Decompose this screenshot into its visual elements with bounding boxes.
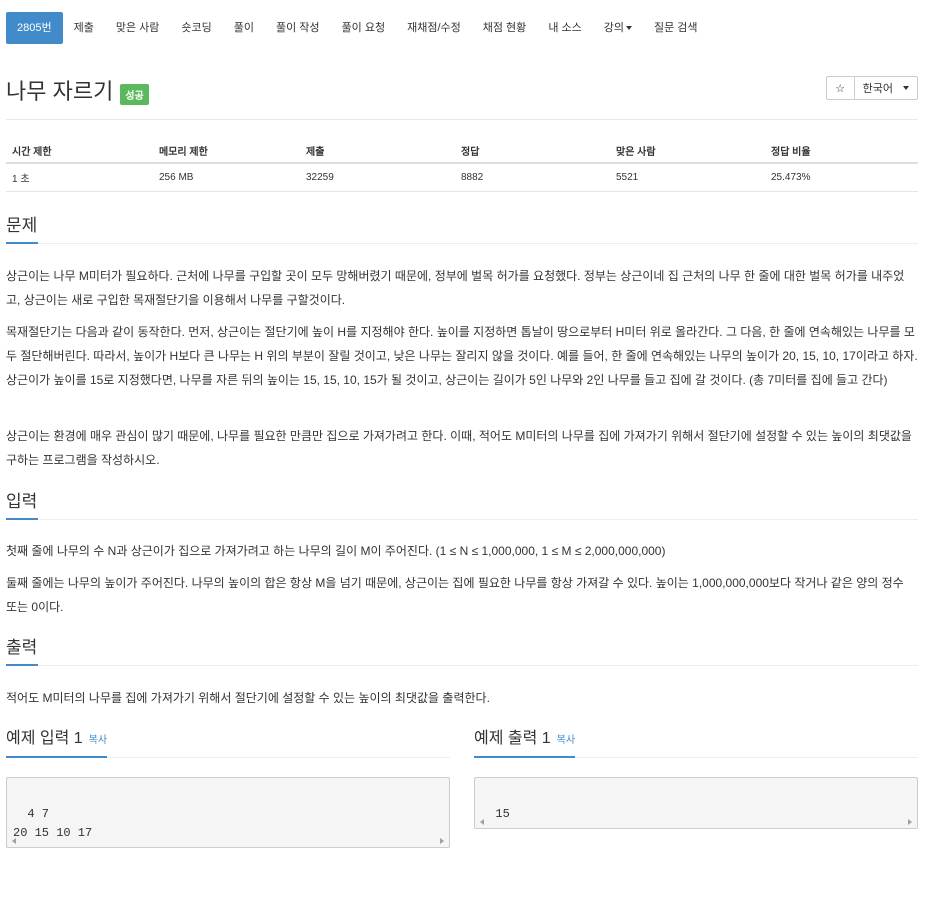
horizontal-scrollbar[interactable] xyxy=(475,816,917,828)
value-submissions: 32259 xyxy=(300,163,455,192)
sample-input-title: 예제 입력 1 xyxy=(6,730,83,747)
tab-solutions[interactable]: 풀이 xyxy=(223,12,265,44)
star-button[interactable]: ☆ xyxy=(825,76,855,100)
sample-output-title-group: 예제 출력 1 복사 xyxy=(474,728,576,758)
page-title: 나무 자르기 xyxy=(6,79,114,104)
tab-my-source[interactable]: 내 소스 xyxy=(537,12,592,44)
value-ratio: 25.473% xyxy=(765,163,918,192)
sample-input-box[interactable]: 4 7 20 15 10 17 xyxy=(6,777,450,848)
description-paragraph: 목재절단기는 다음과 같이 동작한다. 먼저, 상근이는 절단기에 높이 H를 … xyxy=(6,325,918,387)
value-solved-users: 5521 xyxy=(610,163,765,192)
sample-output-title: 예제 출력 1 xyxy=(474,730,551,747)
horizontal-scrollbar[interactable] xyxy=(7,835,449,847)
tab-submit[interactable]: 제출 xyxy=(63,12,105,44)
header-ratio: 정답 비율 xyxy=(765,138,918,164)
output-paragraph: 적어도 M미터의 나무를 집에 가져가기 위해서 절단기에 설정할 수 있는 높… xyxy=(6,691,490,705)
info-value-row: 1 초 256 MB 32259 8882 5521 25.473% xyxy=(6,163,918,192)
copy-output-button[interactable]: 복사 xyxy=(557,735,575,746)
copy-input-button[interactable]: 복사 xyxy=(89,735,107,746)
tab-write-solution[interactable]: 풀이 작성 xyxy=(265,12,331,44)
tab-rejudge[interactable]: 재채점/수정 xyxy=(396,12,472,44)
header-solved-users: 맞은 사람 xyxy=(610,138,765,164)
header-memory-limit: 메모리 제한 xyxy=(153,138,300,164)
title-toolbar: ☆ 한국어 xyxy=(825,76,918,100)
tab-problem-number[interactable]: 2805번 xyxy=(6,12,63,44)
description-paragraph: 상근이는 나무 M미터가 필요하다. 근처에 나무를 구입할 곳이 모두 망해버… xyxy=(6,269,905,307)
star-icon: ☆ xyxy=(835,82,846,95)
problem-menu: 2805번 제출 맞은 사람 숏코딩 풀이 풀이 작성 풀이 요청 재채점/수정… xyxy=(6,12,709,44)
sample-output-box[interactable]: 15 xyxy=(474,777,918,829)
input-header: 입력 xyxy=(6,490,918,520)
sample-output-header: 예제 출력 1 복사 xyxy=(474,728,918,758)
header-submissions: 제출 xyxy=(300,138,455,164)
chevron-down-icon xyxy=(625,26,632,31)
language-dropdown[interactable]: 한국어 xyxy=(854,76,918,100)
header-accepted: 정답 xyxy=(455,138,610,164)
chevron-down-icon xyxy=(903,86,909,90)
scroll-right-icon[interactable] xyxy=(440,838,444,844)
scroll-right-icon[interactable] xyxy=(908,819,912,825)
sample-input-title-group: 예제 입력 1 복사 xyxy=(6,728,108,758)
value-memory-limit: 256 MB xyxy=(153,163,300,192)
status-badge: 성공 xyxy=(120,83,149,105)
tab-short-coding[interactable]: 숏코딩 xyxy=(170,12,222,44)
description-header: 문제 xyxy=(6,214,918,244)
output-header: 출력 xyxy=(6,636,918,666)
tab-lectures-label: 강의 xyxy=(603,22,624,34)
header-time-limit: 시간 제한 xyxy=(6,138,153,164)
title-area: 나무 자르기 성공 xyxy=(6,74,149,106)
sample-input-header: 예제 입력 1 복사 xyxy=(6,728,450,758)
description-heading: 문제 xyxy=(6,214,39,244)
input-heading: 입력 xyxy=(6,490,39,520)
tab-lectures[interactable]: 강의 xyxy=(593,12,643,44)
input-paragraph: 첫째 줄에 나무의 수 N과 상근이가 집으로 가져가려고 하는 나무의 길이 … xyxy=(6,544,666,558)
tab-solved-users[interactable]: 맞은 사람 xyxy=(105,12,171,44)
info-header-row: 시간 제한 메모리 제한 제출 정답 맞은 사람 정답 비율 xyxy=(6,138,918,164)
tab-status[interactable]: 채점 현황 xyxy=(472,12,538,44)
output-heading: 출력 xyxy=(6,636,39,666)
description-paragraph: 상근이는 환경에 매우 관심이 많기 때문에, 나무를 필요한 만큼만 집으로 … xyxy=(6,429,912,467)
scroll-left-icon[interactable] xyxy=(480,819,484,825)
language-label: 한국어 xyxy=(862,83,893,95)
input-paragraph: 둘째 줄에는 나무의 높이가 주어진다. 나무의 높이의 합은 항상 M을 넘기… xyxy=(6,576,904,614)
tab-question-search[interactable]: 질문 검색 xyxy=(643,12,709,44)
problem-info-table: 시간 제한 메모리 제한 제출 정답 맞은 사람 정답 비율 1 초 256 M… xyxy=(6,138,918,192)
scroll-left-icon[interactable] xyxy=(12,838,16,844)
title-divider xyxy=(6,119,918,120)
value-accepted: 8882 xyxy=(455,163,610,192)
value-time-limit: 1 초 xyxy=(6,163,153,192)
tab-request-solution[interactable]: 풀이 요청 xyxy=(331,12,397,44)
